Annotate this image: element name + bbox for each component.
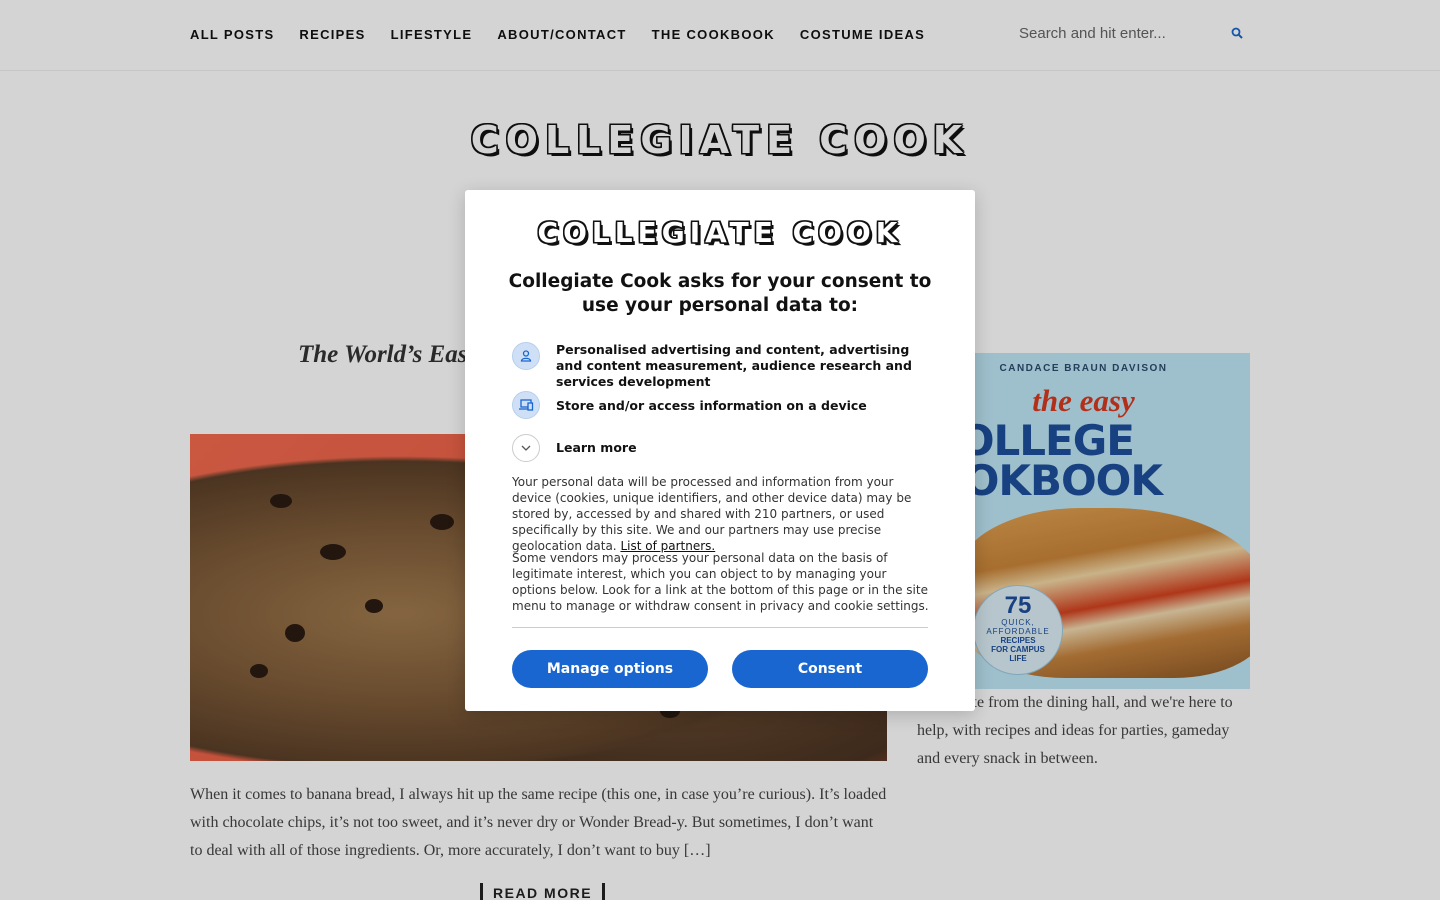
learn-more-label[interactable]: Learn more — [556, 440, 931, 456]
consent-logo: Collegiate Cook — [537, 216, 903, 249]
person-icon — [512, 342, 540, 370]
divider — [512, 627, 928, 628]
legitimate-interest-paragraph: Some vendors may process your personal d… — [512, 551, 929, 613]
purpose-text: Personalised advertising and content, ad… — [556, 342, 912, 389]
consent-button[interactable]: Consent — [732, 650, 928, 688]
purpose-text: Store and/or access information on a dev… — [556, 398, 867, 413]
devices-icon — [512, 391, 540, 419]
manage-options-button[interactable]: Manage options — [512, 650, 708, 688]
consent-data-paragraph: Your personal data will be processed and… — [512, 474, 930, 554]
chevron-down-icon[interactable] — [512, 434, 540, 462]
consent-dialog: Collegiate Cook Collegiate Cook asks for… — [465, 190, 975, 711]
consent-heading: Collegiate Cook asks for your consent to… — [508, 271, 932, 316]
